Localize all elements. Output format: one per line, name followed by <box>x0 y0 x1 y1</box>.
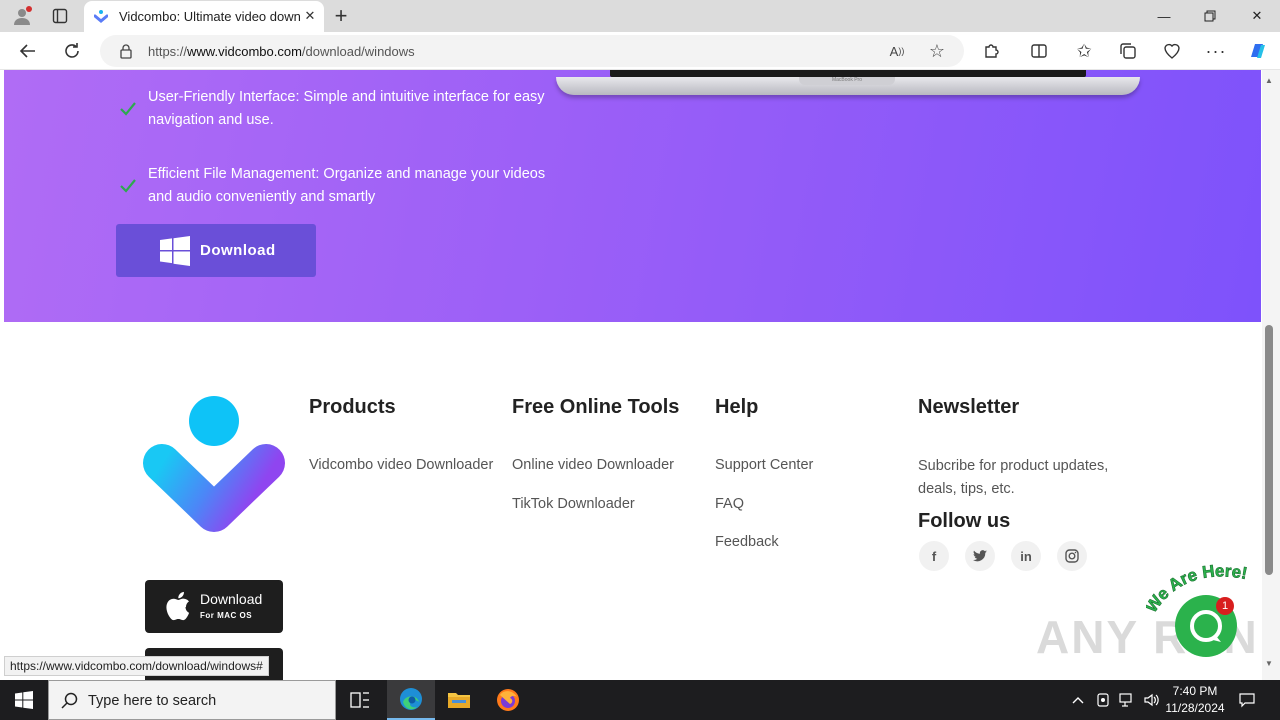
newsletter-text: Subcribe for product updates, deals, tip… <box>918 458 1109 497</box>
twitter-icon[interactable] <box>965 541 995 571</box>
windows-taskbar: Type here to search 7:40 PM 11/28/2024 <box>0 680 1280 720</box>
notifications-icon[interactable] <box>1238 692 1256 708</box>
navigation-bar: https://www.vidcombo.com/download/window… <box>0 32 1280 70</box>
network-device-icon[interactable] <box>1094 692 1112 708</box>
status-bar-url: https://www.vidcombo.com/download/window… <box>4 656 269 676</box>
address-bar[interactable]: https://www.vidcombo.com/download/window… <box>100 35 964 67</box>
extensions-icon[interactable] <box>977 38 1005 64</box>
start-button[interactable] <box>0 680 48 720</box>
vidcombo-favicon <box>94 10 108 23</box>
windows-download-button[interactable]: Download <box>116 224 316 277</box>
copilot-icon[interactable] <box>1244 38 1272 64</box>
edge-taskbar-icon[interactable] <box>387 680 435 720</box>
windows-logo-icon <box>160 235 190 266</box>
laptop-screen <box>610 70 1086 77</box>
footer-link-feedback[interactable]: Feedback <box>715 534 779 550</box>
footer-heading-newsletter: Newsletter <box>918 396 1020 418</box>
footer-link-online-downloader[interactable]: Online video Downloader <box>512 457 674 473</box>
scroll-up-arrow[interactable]: ▲ <box>1264 76 1274 85</box>
footer-heading-help: Help <box>715 396 759 418</box>
footer-link-vidcombo-downloader[interactable]: Vidcombo video Downloader <box>309 457 493 473</box>
chat-notification-badge: 1 <box>1216 597 1234 615</box>
facebook-icon[interactable]: f <box>919 541 949 571</box>
favorite-star-icon[interactable]: ☆ <box>926 41 948 61</box>
footer-heading-tools: Free Online Tools <box>512 396 680 418</box>
clock-date: 11/28/2024 <box>1165 701 1225 715</box>
refresh-button[interactable] <box>58 38 86 64</box>
laptop-notch: MacBook Pro <box>799 77 895 85</box>
tab-title: Vidcombo: Ultimate video downl <box>119 9 301 24</box>
taskbar-search-box[interactable]: Type here to search <box>48 680 336 720</box>
back-button[interactable] <box>14 38 42 64</box>
scrollbar-thumb[interactable] <box>1265 325 1273 575</box>
profile-icon[interactable] <box>10 4 34 28</box>
follow-us-heading: Follow us <box>918 510 1011 532</box>
footer-heading-products: Products <box>309 396 396 418</box>
volume-icon[interactable] <box>1142 692 1160 708</box>
system-clock[interactable]: 7:40 PM 11/28/2024 <box>1160 683 1230 717</box>
mac-download-label: Download <box>200 591 263 607</box>
page-viewport: MacBook Pro User-Friendly Interface: Sim… <box>0 70 1262 680</box>
url-text[interactable]: https://www.vidcombo.com/download/window… <box>148 44 415 59</box>
new-tab-button[interactable]: + <box>329 3 353 28</box>
download-label: Download <box>200 242 276 259</box>
browser-essentials-icon[interactable] <box>1158 38 1186 64</box>
vidcombo-logo <box>143 396 285 532</box>
more-options-icon[interactable]: ··· <box>1202 38 1230 64</box>
clock-time: 7:40 PM <box>1172 684 1218 698</box>
close-window-button[interactable]: ✕ <box>1234 0 1280 32</box>
check-icon <box>120 102 136 116</box>
wired-network-icon[interactable] <box>1118 692 1136 708</box>
lock-icon[interactable] <box>118 43 134 59</box>
split-screen-icon[interactable] <box>1025 38 1053 64</box>
mac-download-button[interactable]: Download For MAC OS <box>145 580 283 633</box>
scroll-down-arrow[interactable]: ▼ <box>1264 659 1274 668</box>
footer-link-tiktok-downloader[interactable]: TikTok Downloader <box>512 496 635 512</box>
tray-overflow-icon[interactable] <box>1069 692 1087 708</box>
favorites-icon[interactable]: ✩ <box>1070 38 1098 64</box>
tab-active[interactable]: Vidcombo: Ultimate video downl ✕ <box>84 1 324 32</box>
footer-link-faq[interactable]: FAQ <box>715 496 744 512</box>
instagram-icon[interactable] <box>1057 541 1087 571</box>
mac-download-sublabel: For MAC OS <box>200 611 253 620</box>
apple-icon <box>166 591 190 621</box>
restore-button[interactable] <box>1187 0 1233 32</box>
tab-actions-icon[interactable] <box>48 4 72 28</box>
read-aloud-icon[interactable]: A)) <box>886 41 908 61</box>
check-icon <box>120 179 136 193</box>
footer-link-support-center[interactable]: Support Center <box>715 457 813 473</box>
search-placeholder: Type here to search <box>88 693 217 709</box>
feature-text: Efficient File Management: Organize and … <box>148 166 546 205</box>
minimize-button[interactable]: — <box>1141 0 1187 32</box>
hero-section: MacBook Pro User-Friendly Interface: Sim… <box>4 70 1261 322</box>
firefox-icon[interactable] <box>484 680 532 720</box>
file-explorer-icon[interactable] <box>435 680 483 720</box>
search-icon <box>61 692 78 709</box>
task-view-icon[interactable] <box>336 680 384 720</box>
tab-close-icon[interactable]: ✕ <box>300 6 320 26</box>
feature-text: User-Friendly Interface: Simple and intu… <box>148 89 545 128</box>
linkedin-icon[interactable]: in <box>1011 541 1041 571</box>
collections-icon[interactable] <box>1114 38 1142 64</box>
windows-start-icon <box>15 691 33 709</box>
tab-bar: Vidcombo: Ultimate video downl ✕ + — ✕ <box>0 0 1280 32</box>
